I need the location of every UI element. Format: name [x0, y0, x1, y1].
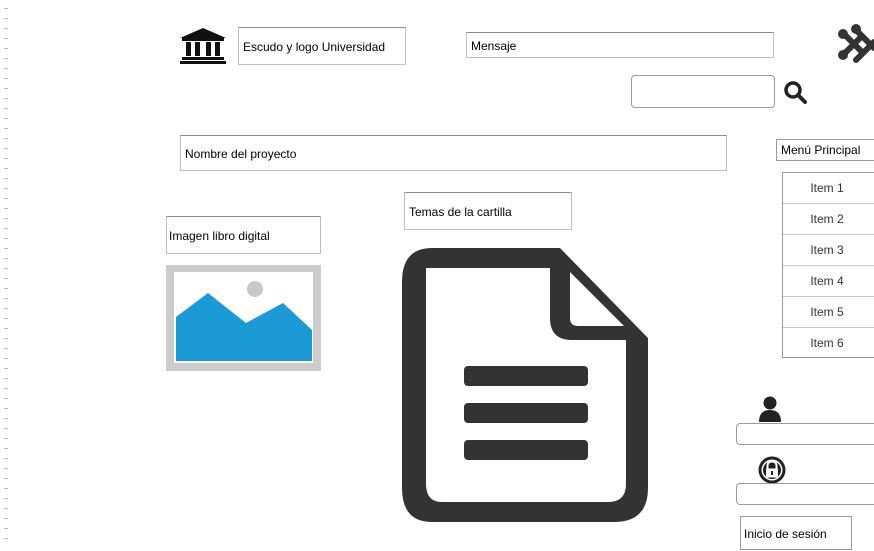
- topics-text: Temas de la cartilla: [409, 205, 512, 219]
- ruler-tick: [4, 148, 8, 149]
- ruler-tick: [4, 288, 8, 289]
- ruler-tick: [4, 188, 8, 189]
- ruler-tick: [4, 408, 8, 409]
- ruler-tick: [4, 488, 8, 489]
- topics-label: Temas de la cartilla: [404, 192, 572, 230]
- ruler-tick: [4, 178, 8, 179]
- ruler-tick: [4, 388, 8, 389]
- ruler-tick: [4, 38, 8, 39]
- menu-item-1[interactable]: Item 1: [783, 173, 874, 204]
- ruler-tick: [4, 438, 8, 439]
- ruler-tick: [4, 118, 8, 119]
- ruler-tick: [4, 168, 8, 169]
- ruler-tick: [4, 128, 8, 129]
- ruler-tick: [4, 58, 8, 59]
- ruler-tick: [4, 518, 8, 519]
- ruler-tick: [4, 378, 8, 379]
- ruler-tick: [4, 198, 8, 199]
- ruler-tick: [4, 158, 8, 159]
- ruler-tick: [4, 478, 8, 479]
- ruler-tick: [4, 108, 8, 109]
- message-label: Mensaje: [466, 32, 774, 58]
- ruler-tick: [4, 8, 8, 9]
- ruler-tick: [4, 538, 8, 539]
- main-menu-title: Menú Principal: [776, 139, 874, 161]
- image-placeholder-icon: [166, 265, 321, 371]
- book-image-text: Imagen libro digital: [169, 229, 270, 243]
- ruler-tick: [4, 318, 8, 319]
- ruler-tick: [4, 278, 8, 279]
- left-ruler: [0, 0, 14, 544]
- book-image-label: Imagen libro digital: [166, 216, 321, 254]
- ruler-tick: [4, 88, 8, 89]
- menu-item-6[interactable]: Item 6: [783, 328, 874, 359]
- ruler-tick: [4, 208, 8, 209]
- search-input[interactable]: [631, 75, 775, 108]
- menu-item-4[interactable]: Item 4: [783, 266, 874, 297]
- ruler-tick: [4, 338, 8, 339]
- ruler-tick: [4, 328, 8, 329]
- ruler-tick: [4, 368, 8, 369]
- ruler-tick: [4, 268, 8, 269]
- document-icon: [402, 248, 648, 522]
- ruler-tick: [4, 28, 8, 29]
- bank-icon: [180, 28, 226, 64]
- lock-icon: [757, 455, 787, 485]
- ruler-tick: [4, 418, 8, 419]
- university-logo-label: Escudo y logo Universidad: [238, 27, 406, 65]
- ruler-tick: [4, 508, 8, 509]
- message-text: Mensaje: [471, 39, 517, 53]
- university-logo-text: Escudo y logo Universidad: [243, 40, 386, 54]
- ruler-tick: [4, 398, 8, 399]
- ruler-tick: [4, 348, 8, 349]
- ruler-tick: [4, 68, 8, 69]
- ruler-tick: [4, 48, 8, 49]
- username-input[interactable]: [736, 423, 874, 445]
- ruler-tick: [4, 248, 8, 249]
- ruler-tick: [4, 78, 8, 79]
- joomla-icon: [838, 24, 874, 66]
- ruler-tick: [4, 448, 8, 449]
- ruler-tick: [4, 238, 8, 239]
- ruler-tick: [4, 468, 8, 469]
- ruler-tick: [4, 218, 8, 219]
- menu-item-5[interactable]: Item 5: [783, 297, 874, 328]
- search-icon[interactable]: [783, 80, 809, 106]
- ruler-tick: [4, 428, 8, 429]
- project-name-label: Nombre del proyecto: [180, 135, 727, 171]
- ruler-tick: [4, 258, 8, 259]
- main-menu-list: Item 1 Item 2 Item 3 Item 4 Item 5 Item …: [782, 172, 874, 358]
- ruler-tick: [4, 298, 8, 299]
- login-button-label: Inicio de sesión: [744, 527, 827, 541]
- ruler-tick: [4, 358, 8, 359]
- password-input[interactable]: [736, 483, 874, 505]
- menu-item-3[interactable]: Item 3: [783, 235, 874, 266]
- ruler-tick: [4, 228, 8, 229]
- ruler-tick: [4, 458, 8, 459]
- ruler-tick: [4, 18, 8, 19]
- ruler-tick: [4, 498, 8, 499]
- login-button[interactable]: Inicio de sesión: [740, 516, 852, 550]
- ruler-tick: [4, 98, 8, 99]
- ruler-tick: [4, 138, 8, 139]
- project-name-text: Nombre del proyecto: [185, 147, 297, 161]
- user-icon: [757, 396, 783, 422]
- ruler-tick: [4, 308, 8, 309]
- menu-item-2[interactable]: Item 2: [783, 204, 874, 235]
- main-menu-title-text: Menú Principal: [781, 143, 861, 157]
- ruler-tick: [4, 528, 8, 529]
